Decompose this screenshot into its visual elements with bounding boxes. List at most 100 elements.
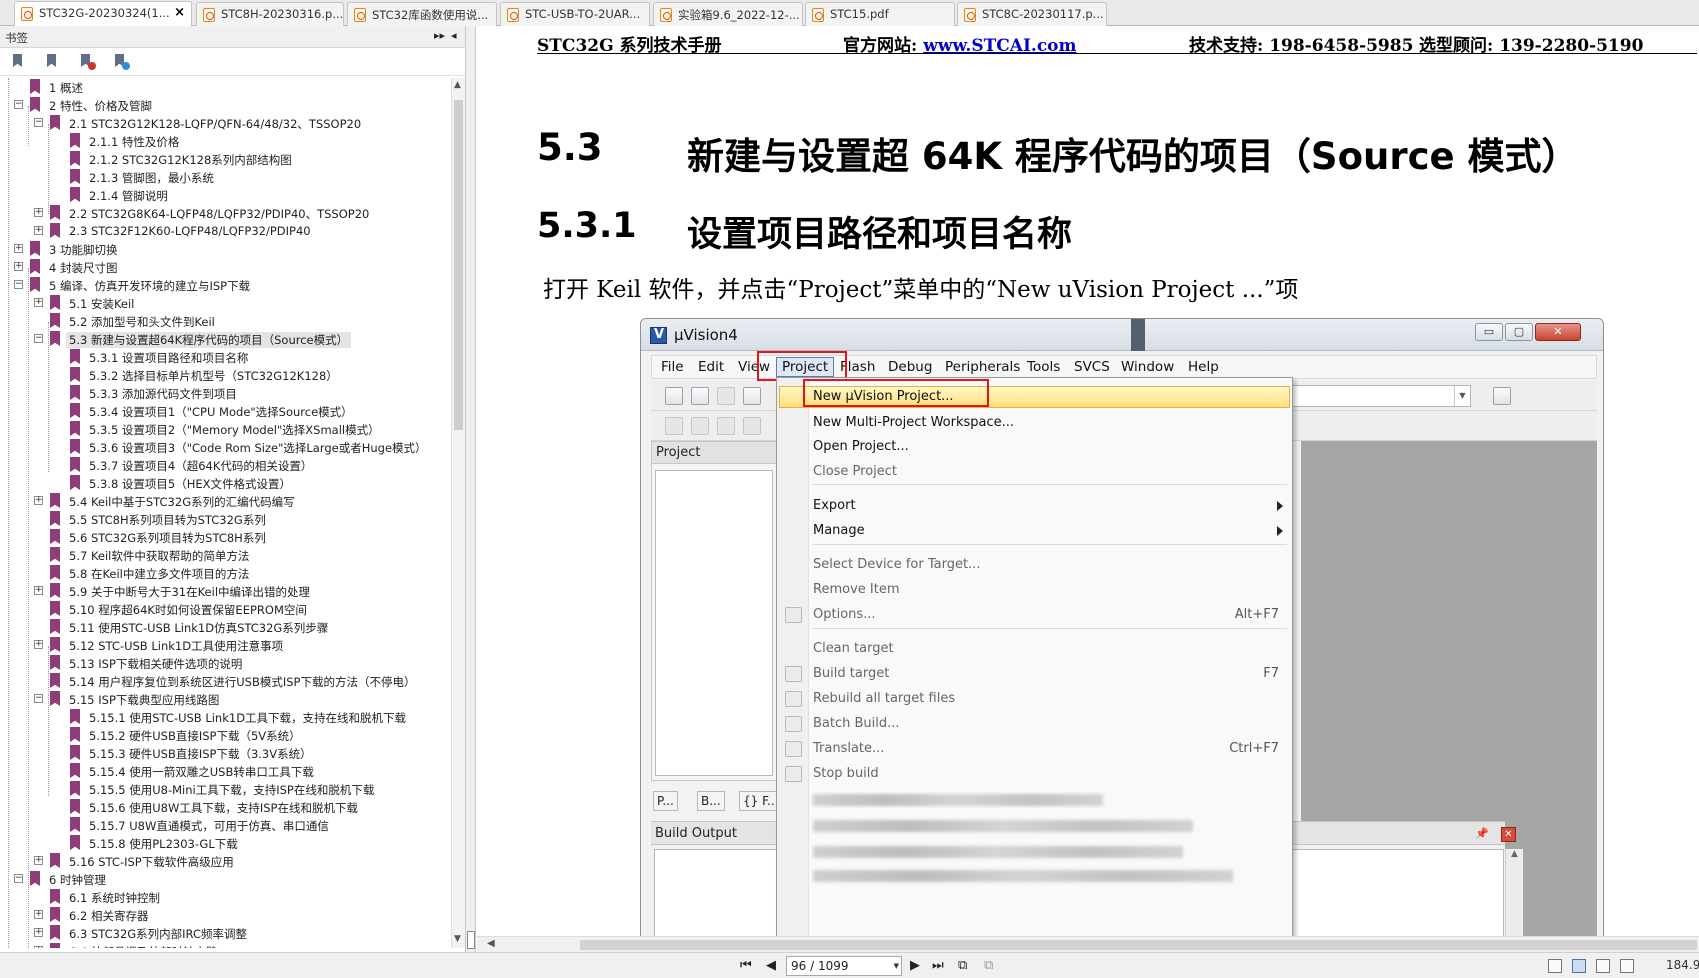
expand-node-icon[interactable]: + [34, 640, 43, 649]
previous-page-icon[interactable]: ◀ [766, 958, 776, 973]
first-page-icon[interactable]: ⏮ [740, 958, 752, 973]
bookmark-label: 5.3.2 选择目标单片机型号（STC32G12K128） [89, 369, 338, 383]
collapse-node-icon[interactable]: − [14, 280, 23, 289]
continuous-view-icon[interactable] [1572, 959, 1586, 973]
collapse-node-icon[interactable]: − [14, 100, 23, 109]
pdf-file-icon [21, 7, 33, 21]
bookmark-flag-icon [30, 97, 40, 112]
expand-node-icon[interactable]: + [34, 298, 43, 307]
collapse-node-icon[interactable]: − [34, 334, 43, 343]
bookmark-label: 5.15.6 使用U8W工具下载，支持ISP在线和脱机下载 [89, 801, 358, 815]
bookmark-label: 2 特性、价格及管脚 [49, 99, 152, 113]
bookmark-label: 5.6 STC32G系列项目转为STC8H系列 [69, 531, 266, 545]
website-label: 官方网站: www.STCAI.com [843, 36, 1077, 56]
bookmark-label: 5.3.7 设置项目4（超64K代码的相关设置） [89, 459, 313, 473]
bookmark-label: 5.3.1 设置项目路径和项目名称 [89, 351, 249, 365]
bookmark-label: 2.1.3 管脚图，最小系统 [89, 171, 214, 185]
tab-document-5[interactable]: 实验箱9.6_2022-12-... [653, 2, 803, 26]
next-view-icon[interactable]: ⧉ [984, 958, 993, 973]
menu-item-label: Batch Build... [813, 716, 900, 731]
bookmark-flag-icon [30, 79, 40, 94]
expand-node-icon[interactable]: + [34, 208, 43, 217]
expand-node-icon[interactable]: + [34, 226, 43, 235]
menu-item-label: Open Project... [813, 439, 909, 454]
bookmark-flag-icon [70, 169, 80, 184]
collapse-node-icon[interactable]: − [34, 118, 43, 127]
page-number-input[interactable]: 96 / 1099 ▼ [786, 956, 902, 976]
uvision-menu-debug: Debug [888, 359, 933, 375]
single-page-view-icon[interactable] [1548, 959, 1562, 973]
uvision-menu-window: Window [1121, 359, 1175, 375]
project-tree-pane [655, 470, 773, 776]
scroll-up-icon[interactable]: ▲ [454, 80, 461, 90]
expand-node-icon[interactable]: + [34, 496, 43, 505]
scroll-left-icon[interactable]: ◀ [487, 938, 495, 949]
continuous-facing-view-icon[interactable] [1620, 959, 1634, 973]
project-menu-item: Close Project [813, 461, 1289, 483]
bookmark-options-icon[interactable] [10, 53, 28, 71]
next-page-icon[interactable]: ▶ [910, 958, 920, 973]
bookmark-label: 5.3.8 设置项目5（HEX文件格式设置） [89, 477, 292, 491]
tab-document-3[interactable]: STC32库函数使用说... [347, 2, 497, 26]
scroll-down-icon[interactable]: ▼ [454, 934, 461, 944]
new-file-icon [665, 387, 683, 405]
rebuild-icon [717, 417, 735, 435]
menu-shortcut: Alt+F7 [1234, 607, 1279, 622]
previous-view-icon[interactable]: ⧉ [958, 958, 967, 973]
collapse-node-icon[interactable]: − [14, 874, 23, 883]
expand-node-icon[interactable]: + [34, 928, 43, 937]
bookmark-label: 5.3 新建与设置超64K程序代码的项目（Source模式） [66, 332, 352, 348]
collapse-panel-icon[interactable]: ◂ [451, 29, 457, 42]
bookmark-flag-icon [30, 871, 40, 886]
chevron-down-icon[interactable]: ▼ [894, 962, 899, 970]
expand-node-icon[interactable]: + [34, 946, 43, 948]
project-panel-title: Project [652, 442, 776, 464]
expand-node-icon[interactable]: + [14, 262, 23, 271]
pdf-file-icon [203, 8, 215, 22]
subsection-title: 设置项目路径和项目名称 [687, 215, 1073, 255]
bookmark-flag-icon [70, 385, 80, 400]
document-tab-bar: STC32G-20230324(1... × STC8H-20230316.p...… [0, 0, 1699, 27]
bookmark-label: 5.9 关于中断号大于31在Keil中编译出错的处理 [69, 585, 311, 599]
tab-document-2[interactable]: STC8H-20230316.p... [196, 2, 344, 26]
scrollbar-thumb[interactable] [454, 100, 463, 430]
close-tab-icon[interactable]: × [174, 5, 185, 20]
splitter-handle[interactable] [467, 931, 475, 949]
new-bookmark-icon[interactable] [78, 53, 96, 71]
bookmark-flag-icon [70, 187, 80, 202]
tab-label: STC8H-20230316.p... [221, 7, 344, 21]
tab-document-4[interactable]: STC-USB-TO-2UAR... [500, 2, 650, 26]
bookmark-label: 5.15.3 硬件USB直接ISP下载（3.3V系统） [89, 747, 312, 761]
expand-panel-icon[interactable]: ▸▸ [434, 29, 445, 42]
zoom-icon [1493, 387, 1511, 405]
tab-document-7[interactable]: STC8C-20230117.p... [957, 2, 1107, 26]
panel-splitter[interactable] [466, 26, 476, 952]
expand-node-icon[interactable]: + [14, 244, 23, 253]
bookmark-flag-icon [70, 835, 80, 850]
last-page-icon[interactable]: ⏭ [932, 958, 944, 973]
bookmarks-panel-title: 书签 [5, 31, 28, 45]
facing-view-icon[interactable] [1596, 959, 1610, 973]
website-link[interactable]: www.STCAI.com [923, 36, 1076, 56]
output-scrollbar: ▲ [1505, 849, 1523, 936]
find-bookmark-icon[interactable] [112, 53, 130, 71]
collapse-node-icon[interactable]: − [34, 694, 43, 703]
bookmark-label: 5.14 用户程序复位到系统区进行USB模式ISP下载的方法（不停电） [69, 675, 416, 689]
horizontal-scroll-thumb[interactable] [580, 940, 1697, 950]
expand-node-icon[interactable]: + [34, 910, 43, 919]
project-files-tab: P... [653, 791, 678, 811]
menu-item-icon [785, 716, 802, 732]
zoom-level[interactable]: 184.90 [1666, 958, 1699, 972]
expand-bookmark-icon[interactable] [44, 53, 62, 71]
bookmarks-scrollbar[interactable]: ▲ ▼ [451, 78, 465, 948]
horizontal-scrollbar[interactable]: ◀ [477, 936, 1699, 952]
project-menu-item: Batch Build... [813, 713, 1289, 735]
tab-document-1[interactable]: STC32G-20230324(1... × [14, 1, 192, 27]
expand-node-icon[interactable]: + [34, 586, 43, 595]
bookmark-label: 3 功能脚切换 [49, 243, 118, 257]
bookmark-flag-icon [50, 925, 60, 940]
tab-label: STC8C-20230117.p... [982, 7, 1104, 21]
pdf-file-icon [507, 8, 519, 22]
tab-document-6[interactable]: STC15.pdf [805, 2, 955, 26]
expand-node-icon[interactable]: + [34, 856, 43, 865]
